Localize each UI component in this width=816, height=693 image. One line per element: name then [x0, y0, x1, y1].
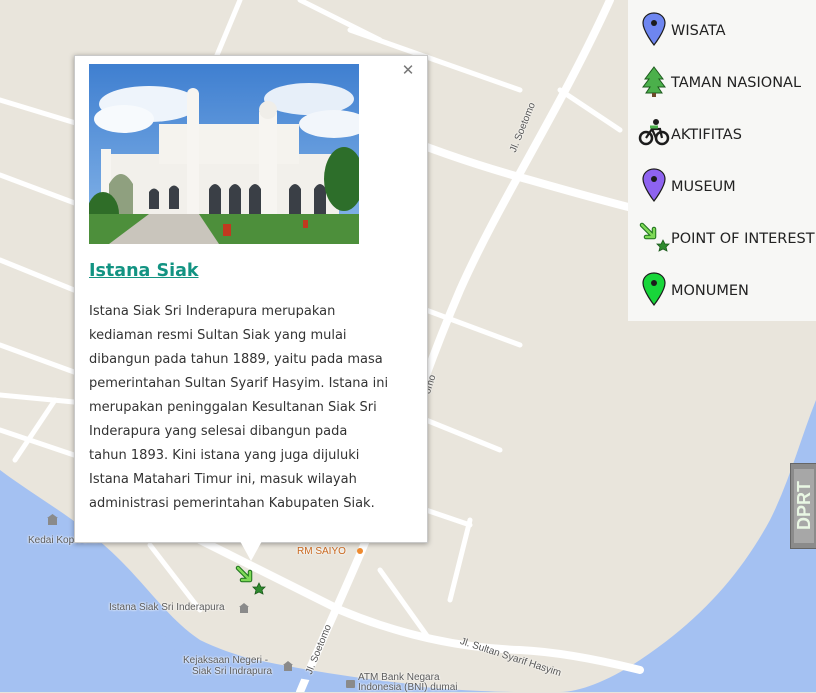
green-pin-icon [642, 272, 666, 306]
close-icon[interactable]: ✕ [401, 63, 415, 78]
legend-item-aktifitas[interactable]: AKTIFITAS [628, 111, 816, 151]
istana-photo [89, 64, 359, 244]
blue-pin-icon [642, 12, 666, 46]
info-title-link[interactable]: Istana Siak [89, 261, 199, 281]
purple-pin-icon [642, 168, 666, 202]
label-kejaksaan-1: Kejaksaan Negeri - [183, 655, 269, 666]
point-of-interest-icon [639, 222, 670, 252]
side-widget-tab[interactable]: DPRT [790, 463, 816, 549]
place-glyph-atm [346, 680, 355, 688]
label-atm-2: Indonesia (BNI) dumai [358, 682, 458, 693]
tree-icon [642, 66, 666, 97]
map-legend: WISATA TAMAN NASIONAL AKTIFITAS MUSEUM P… [628, 0, 816, 321]
legend-label: POINT OF INTEREST [671, 231, 815, 247]
legend-label: TAMAN NASIONAL [671, 75, 802, 91]
legend-label: WISATA [671, 23, 726, 39]
label-istana: Istana Siak Sri Inderapura [109, 602, 225, 613]
legend-label: AKTIFITAS [671, 127, 742, 143]
legend-label: MUSEUM [671, 179, 736, 195]
label-kejaksaan-2: Siak Sri Indrapura [192, 666, 273, 677]
place-glyph-restaurant [357, 548, 363, 554]
legend-item-wisata[interactable]: WISATA [628, 7, 816, 47]
info-window-pointer [240, 541, 262, 561]
info-description: Istana Siak Sri Inderapura merupakan ked… [89, 304, 389, 511]
legend-item-taman-nasional[interactable]: TAMAN NASIONAL [628, 59, 816, 99]
legend-item-monumen[interactable]: MONUMEN [628, 267, 816, 307]
info-window: ✕ Istana Siak Istana Siak Sri Inderapura… [74, 55, 428, 543]
bicycle-icon [638, 119, 670, 146]
legend-item-point-of-interest[interactable]: POINT OF INTEREST [628, 215, 816, 255]
label-rm-saiyo: RM SAIYO [297, 546, 346, 557]
legend-label: MONUMEN [671, 283, 749, 299]
legend-item-museum[interactable]: MUSEUM [628, 163, 816, 203]
side-widget-text: DPRT [794, 481, 814, 531]
